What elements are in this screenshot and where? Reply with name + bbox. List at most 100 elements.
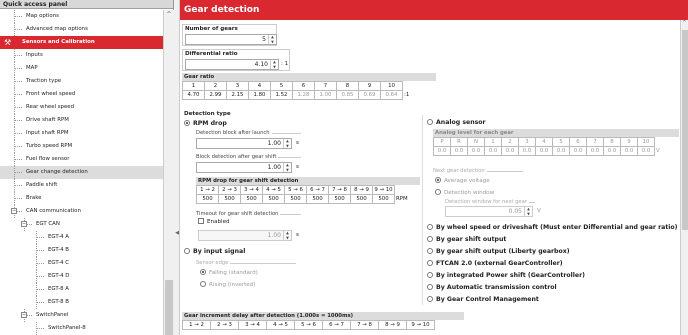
tree-item[interactable]: Brake [0, 192, 163, 205]
stepper-arrows-icon[interactable]: ▲ ▼ [283, 163, 291, 172]
number-of-gears-value: 5 [262, 36, 266, 43]
detection-option-radio[interactable]: By Automatic transmission control [427, 284, 557, 291]
input-signal-radio[interactable]: By input signal [184, 248, 245, 255]
analog-sensor-radio[interactable]: Analog sensor [427, 119, 486, 126]
tree-item[interactable]: EGT-4 B [0, 244, 163, 257]
rising-radio[interactable]: Rising (inverted) [200, 281, 256, 288]
tree-item[interactable]: Traction type [0, 75, 163, 88]
tree-item[interactable]: EGT-4 C [0, 257, 163, 270]
table-value-cell[interactable]: 0.0 [620, 146, 638, 156]
table-value-cell[interactable]: 0.0 [535, 146, 553, 156]
number-of-gears-stepper[interactable]: 5 ▲ ▼ [185, 34, 277, 45]
block-after-launch-stepper[interactable]: 1.00 ▲ ▼ [196, 138, 292, 149]
tree-item[interactable]: EGT-4 D [0, 270, 163, 283]
table-value-cell[interactable]: 0.0 [637, 146, 655, 156]
table-value-cell[interactable]: 2.99 [204, 90, 227, 100]
table-unit-spacer [655, 138, 661, 147]
average-voltage-radio[interactable]: Average voltage [435, 177, 490, 184]
table-value-cell[interactable]: 1.80 [248, 90, 271, 100]
tree-item[interactable]: MAP [0, 62, 163, 75]
block-after-shift-stepper[interactable]: 1.00 ▲ ▼ [196, 162, 292, 173]
table-value-cell[interactable]: 0.0 [467, 146, 485, 156]
table-value-cell[interactable]: 500 [240, 194, 263, 204]
table-value-cell[interactable]: 2.15 [226, 90, 249, 100]
detection-window-radio[interactable]: Detection window [435, 189, 494, 196]
tree-item[interactable]: Fuel flow sensor [0, 153, 163, 166]
differential-ratio-stepper[interactable]: 4.10 ▲ ▼ [185, 59, 279, 70]
tree-item[interactable]: Paddle shift [0, 179, 163, 192]
table-value-cell[interactable]: 0.69 [358, 90, 381, 100]
table-value-cell[interactable]: 500 [218, 194, 241, 204]
tree-scrollbar[interactable]: ^ [163, 10, 174, 335]
collapse-icon[interactable]: − [21, 312, 27, 318]
tree-item[interactable]: EGT-8 B [0, 296, 163, 309]
table-value-cell[interactable]: 500 [196, 194, 219, 204]
table-value-cell[interactable]: 500 [306, 194, 329, 204]
table-value-cell[interactable]: 500 [262, 194, 285, 204]
scroll-thumb[interactable] [165, 280, 173, 335]
table-value-cell[interactable]: 0.0 [552, 146, 570, 156]
table-value-cell[interactable]: 0.0 [603, 146, 621, 156]
scroll-thumb[interactable] [682, 30, 688, 230]
table-header-cell: 4 [248, 81, 271, 91]
stepper-arrows-icon[interactable]: ▲ ▼ [283, 139, 291, 148]
detection-option-radio[interactable]: By integrated Power shift (GearControlle… [427, 272, 585, 279]
differential-ratio-group: Differential ratio 4.10 ▲ ▼ : 1 [182, 49, 290, 71]
stepper-arrows-icon[interactable]: ▲ ▼ [270, 60, 278, 69]
tree-item[interactable]: SwitchPanel-8 [0, 322, 163, 335]
table-value-cell[interactable]: 500 [284, 194, 307, 204]
tree-item-label: EGT-8 B [48, 299, 69, 305]
table-value-cell[interactable]: 1.28 [292, 90, 315, 100]
tree-item[interactable]: ⚒ Sensors and Calibration [0, 36, 163, 49]
table-value-cell[interactable]: 0.0 [450, 146, 468, 156]
stepper-arrows-icon[interactable]: ▲ ▼ [524, 207, 532, 216]
tree-item[interactable]: − CAN communication [0, 205, 163, 218]
tree-item[interactable]: EGT-8 A [0, 283, 163, 296]
tree-item[interactable]: Input shaft RPM [0, 127, 163, 140]
collapse-icon[interactable]: − [21, 221, 27, 227]
scroll-up-icon[interactable]: ^ [681, 20, 688, 26]
falling-radio[interactable]: Falling (standard) [200, 269, 258, 276]
table-value-cell[interactable]: 0.0 [501, 146, 519, 156]
table-value-cell[interactable]: 500 [372, 194, 395, 204]
detection-option-radio[interactable]: By gear shift output (Liberty gearbox) [427, 248, 570, 255]
detection-option-radio[interactable]: By wheel speed or driveshaft (Must enter… [427, 224, 678, 231]
main-scrollbar[interactable]: ^ [680, 20, 688, 335]
table-value-cell[interactable]: 500 [328, 194, 351, 204]
detection-option-radio[interactable]: By gear shift output [427, 236, 506, 243]
tree-item[interactable]: Rear wheel speed [0, 101, 163, 114]
table-value-cell[interactable]: 0.0 [484, 146, 502, 156]
tree-connector [14, 81, 22, 82]
table-value-cell[interactable]: 4.70 [182, 90, 205, 100]
detection-option-radio[interactable]: By Gear Control Management [427, 296, 539, 303]
tree-item[interactable]: − EGT CAN [0, 218, 163, 231]
stepper-arrows-icon[interactable]: ▲ ▼ [283, 231, 291, 240]
tree-item[interactable]: Front wheel speed [0, 88, 163, 101]
timeout-stepper[interactable]: 1.00 ▲ ▼ [198, 230, 292, 241]
table-value-cell[interactable]: 0.85 [336, 90, 359, 100]
stepper-arrows-icon[interactable]: ▲ ▼ [268, 35, 276, 44]
tree-item[interactable]: Gear change detection [0, 166, 163, 179]
scroll-up-icon[interactable]: ^ [164, 10, 174, 20]
tree-item[interactable]: Turbo speed RPM [0, 140, 163, 153]
collapse-icon[interactable]: − [11, 208, 17, 214]
table-value-cell[interactable]: 0.0 [586, 146, 604, 156]
tree-item[interactable]: EGT-4 A [0, 231, 163, 244]
enabled-checkbox[interactable]: Enabled [198, 218, 230, 225]
table-value-cell[interactable]: 500 [350, 194, 373, 204]
rpm-drop-radio[interactable]: RPM drop [184, 120, 227, 127]
table-value-cell[interactable]: 1.00 [314, 90, 337, 100]
tree-item[interactable]: Map options [0, 10, 163, 23]
tree-item[interactable]: Drive shaft RPM [0, 114, 163, 127]
table-value-cell[interactable]: 0.64 [380, 90, 403, 100]
window-stepper[interactable]: 0.05 ▲ ▼ [445, 206, 533, 217]
block-after-launch-group: Detection block after launch [196, 130, 301, 136]
tree-item[interactable]: Advanced map options [0, 23, 163, 36]
table-value-cell[interactable]: 0.0 [518, 146, 536, 156]
tree-item[interactable]: − SwitchPanel [0, 309, 163, 322]
table-value-cell[interactable]: 0.0 [569, 146, 587, 156]
table-value-cell[interactable]: 1.52 [270, 90, 293, 100]
table-value-cell[interactable]: 0.0 [433, 146, 451, 156]
tree-item[interactable]: Inputs [0, 49, 163, 62]
detection-option-radio[interactable]: FTCAN 2.0 (external GearController) [427, 260, 563, 267]
